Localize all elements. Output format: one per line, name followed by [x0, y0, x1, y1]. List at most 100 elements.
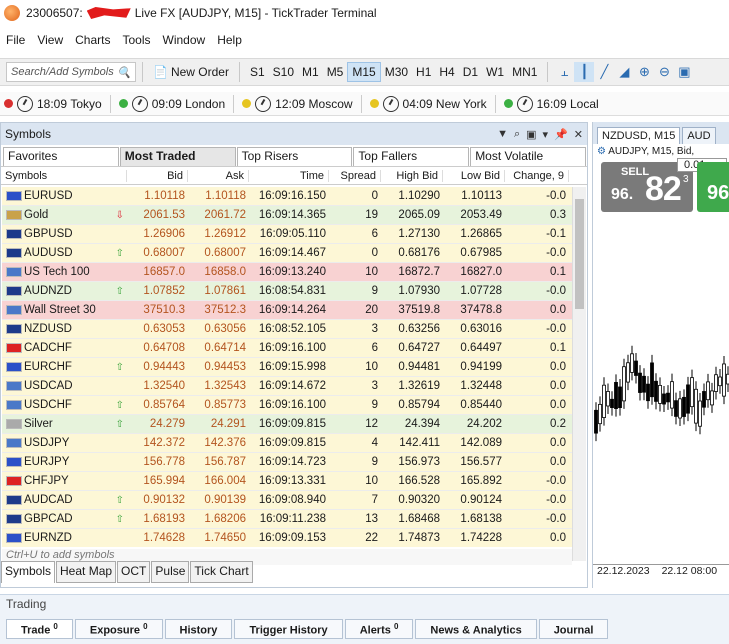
bottom-tab-symbols[interactable]: Symbols	[1, 561, 56, 583]
column-header[interactable]: Bid	[127, 169, 188, 182]
table-row[interactable]: Silver ⇧ 24.279 24.291 16:09:09.815 12 24.394 2…	[2, 415, 572, 434]
table-row[interactable]: Wall Street 30 37510.3 37512.3 16:09:14.264…	[2, 301, 572, 320]
table-row[interactable]: US Tech 100 16857.0 16858.0 16:09:13.240 10 1…	[2, 263, 572, 282]
table-row[interactable]: AUDNZD ⇧ 1.07852 1.07861 16:08:54.831 9 1.0793…	[2, 282, 572, 301]
table-row[interactable]: AUDUSD ⇧ 0.68007 0.68007 16:09:14.467 0 0.6817…	[2, 244, 572, 263]
window-icon[interactable]: ▣	[526, 128, 536, 141]
bid-cell: 156.778	[143, 456, 185, 468]
chart-tab-nzdusd[interactable]: NZDUSD, M15	[597, 127, 681, 144]
pin-icon[interactable]: 📌	[554, 128, 568, 141]
buy-button[interactable]: 96	[697, 162, 729, 212]
candlestick-chart[interactable]	[593, 222, 729, 562]
trading-tab-trigger-history[interactable]: Trigger History	[234, 619, 343, 639]
column-header[interactable]: Change, 9	[505, 169, 569, 182]
chart-tab-aud[interactable]: AUD	[682, 127, 716, 144]
ask-cell: 166.004	[204, 475, 246, 487]
spread-cell: 10	[365, 475, 378, 487]
symbol-cell: NZDUSD	[2, 323, 128, 335]
candle-body	[594, 409, 598, 434]
timeframe-h4[interactable]: H4	[435, 62, 458, 82]
column-header[interactable]: Time	[249, 169, 329, 182]
table-row[interactable]: EURCHF ⇧ 0.94443 0.94453 16:09:15.998 10 0.944…	[2, 358, 572, 377]
menu-help[interactable]: Help	[217, 33, 242, 47]
timeframe-d1[interactable]: D1	[459, 62, 482, 82]
timeframe-s10[interactable]: S10	[269, 62, 298, 82]
table-row[interactable]: EURNZD 1.74628 1.74650 16:09:09.153 22 1.7487…	[2, 529, 572, 547]
table-row[interactable]: NZDUSD 0.63053 0.63056 16:08:52.105 3 0.63256…	[2, 320, 572, 339]
timeframe-m5[interactable]: M5	[323, 62, 348, 82]
table-row[interactable]: USDCHF ⇧ 0.85764 0.85773 16:09:16.100 9 0.8579…	[2, 396, 572, 415]
timeframe-s1[interactable]: S1	[246, 62, 269, 82]
dropdown-icon[interactable]: ▾	[543, 128, 549, 141]
tab-most-traded[interactable]: Most Traded	[119, 147, 236, 166]
column-header[interactable]: Symbols	[1, 169, 127, 182]
column-header[interactable]: High Bid	[381, 169, 443, 182]
high-cell: 0.68176	[398, 247, 440, 259]
table-row[interactable]: EURJPY 156.778 156.787 16:09:14.723 9 156.973…	[2, 453, 572, 472]
zoom-out-icon[interactable]: ⊖	[654, 62, 674, 82]
flag-icon	[6, 362, 22, 372]
table-row[interactable]: GBPCAD ⇧ 1.68193 1.68206 16:09:11.238 13 1.684…	[2, 510, 572, 529]
zoom-in-icon[interactable]: ⊕	[634, 62, 654, 82]
table-row[interactable]: CADCHF 0.64708 0.64714 16:09:16.100 6 0.64727…	[2, 339, 572, 358]
column-header[interactable]: Low Bid	[443, 169, 505, 182]
trading-tab-trade[interactable]: Trade 0	[6, 619, 73, 639]
flag-icon	[6, 191, 22, 201]
high-cell: 0.64727	[398, 342, 440, 354]
clock-time: 04:09	[402, 96, 433, 111]
vertical-scrollbar[interactable]	[572, 187, 586, 561]
symbol-search-input[interactable]: Search/Add Symbols 🔍	[6, 62, 136, 82]
trading-tab-history[interactable]: History	[164, 619, 233, 639]
search-icon[interactable]: ⌕	[514, 128, 520, 141]
table-row[interactable]: USDJPY 142.372 142.376 16:09:09.815 4 142.411…	[2, 434, 572, 453]
timeframe-m1[interactable]: M1	[298, 62, 323, 82]
tab-favorites[interactable]: Favorites	[3, 147, 119, 166]
timeframe-w1[interactable]: W1	[482, 62, 508, 82]
tab-top-risers[interactable]: Top Risers	[236, 147, 353, 166]
symbol-cell: AUDUSD ⇧	[2, 247, 128, 259]
menu-file[interactable]: File	[6, 33, 25, 47]
tab-top-fallers[interactable]: Top Fallers	[353, 147, 470, 166]
menu-tools[interactable]: Tools	[122, 33, 150, 47]
table-row[interactable]: EURUSD 1.10118 1.10118 16:09:16.150 0 1.10290…	[2, 187, 572, 206]
account-number: 23006507:	[26, 6, 83, 20]
menu-window[interactable]: Window	[163, 33, 206, 47]
timeframe-mn1[interactable]: MN1	[508, 62, 541, 82]
flag-icon	[6, 381, 22, 391]
symbol-cell: EURCHF ⇧	[2, 361, 128, 373]
table-row[interactable]: GBPUSD 1.26906 1.26912 16:09:05.110 6 1.27130…	[2, 225, 572, 244]
trading-tab-journal[interactable]: Journal	[538, 619, 609, 639]
timeframe-m15[interactable]: M15	[347, 62, 381, 82]
chart-settings-icon[interactable]: ▣	[674, 62, 694, 82]
table-row[interactable]: CHFJPY 165.994 166.004 16:09:13.331 10 166.52…	[2, 472, 572, 491]
flag-icon	[6, 419, 22, 429]
candle-body	[662, 393, 666, 405]
menu-view[interactable]: View	[37, 33, 63, 47]
column-header[interactable]: Ask	[188, 169, 249, 182]
bottom-tab-tick-chart[interactable]: Tick Chart	[190, 561, 253, 583]
trading-tab-exposure[interactable]: Exposure 0	[74, 619, 163, 639]
title-bar: 23006507: Live FX [AUDJPY, M15] - TickTr…	[0, 0, 729, 26]
bottom-tab-pulse[interactable]: Pulse	[151, 561, 190, 583]
column-header[interactable]: Spread	[329, 169, 381, 182]
candle-body	[690, 377, 694, 408]
table-row[interactable]: Gold ⇩ 2061.53 2061.72 16:09:14.365 19 2065.09…	[2, 206, 572, 225]
table-row[interactable]: USDCAD 1.32540 1.32543 16:09:14.672 3 1.32619…	[2, 377, 572, 396]
area-chart-icon[interactable]: ◢	[614, 62, 634, 82]
bar-chart-icon[interactable]: ⫠	[554, 62, 574, 82]
menu-charts[interactable]: Charts	[75, 33, 110, 47]
line-chart-icon[interactable]: ╱	[594, 62, 614, 82]
gear-icon[interactable]: ⚙	[597, 146, 606, 157]
trading-tab-news-analytics[interactable]: News & Analytics	[415, 619, 537, 639]
filter-icon[interactable]: ▼	[497, 128, 508, 141]
new-order-button[interactable]: 📄 New Order	[149, 62, 233, 82]
trading-tab-alerts[interactable]: Alerts 0	[344, 619, 414, 639]
candle-chart-icon[interactable]: ┃	[574, 62, 595, 82]
timeframe-h1[interactable]: H1	[412, 62, 435, 82]
tab-most-volatile[interactable]: Most Volatile	[470, 147, 586, 166]
bottom-tab-oct[interactable]: OCT	[117, 561, 151, 583]
bottom-tab-heat-map[interactable]: Heat Map	[56, 561, 117, 583]
close-icon[interactable]: ✕	[574, 128, 583, 141]
timeframe-m30[interactable]: M30	[381, 62, 412, 82]
table-row[interactable]: AUDCAD ⇧ 0.90132 0.90139 16:09:08.940 7 0.9032…	[2, 491, 572, 510]
